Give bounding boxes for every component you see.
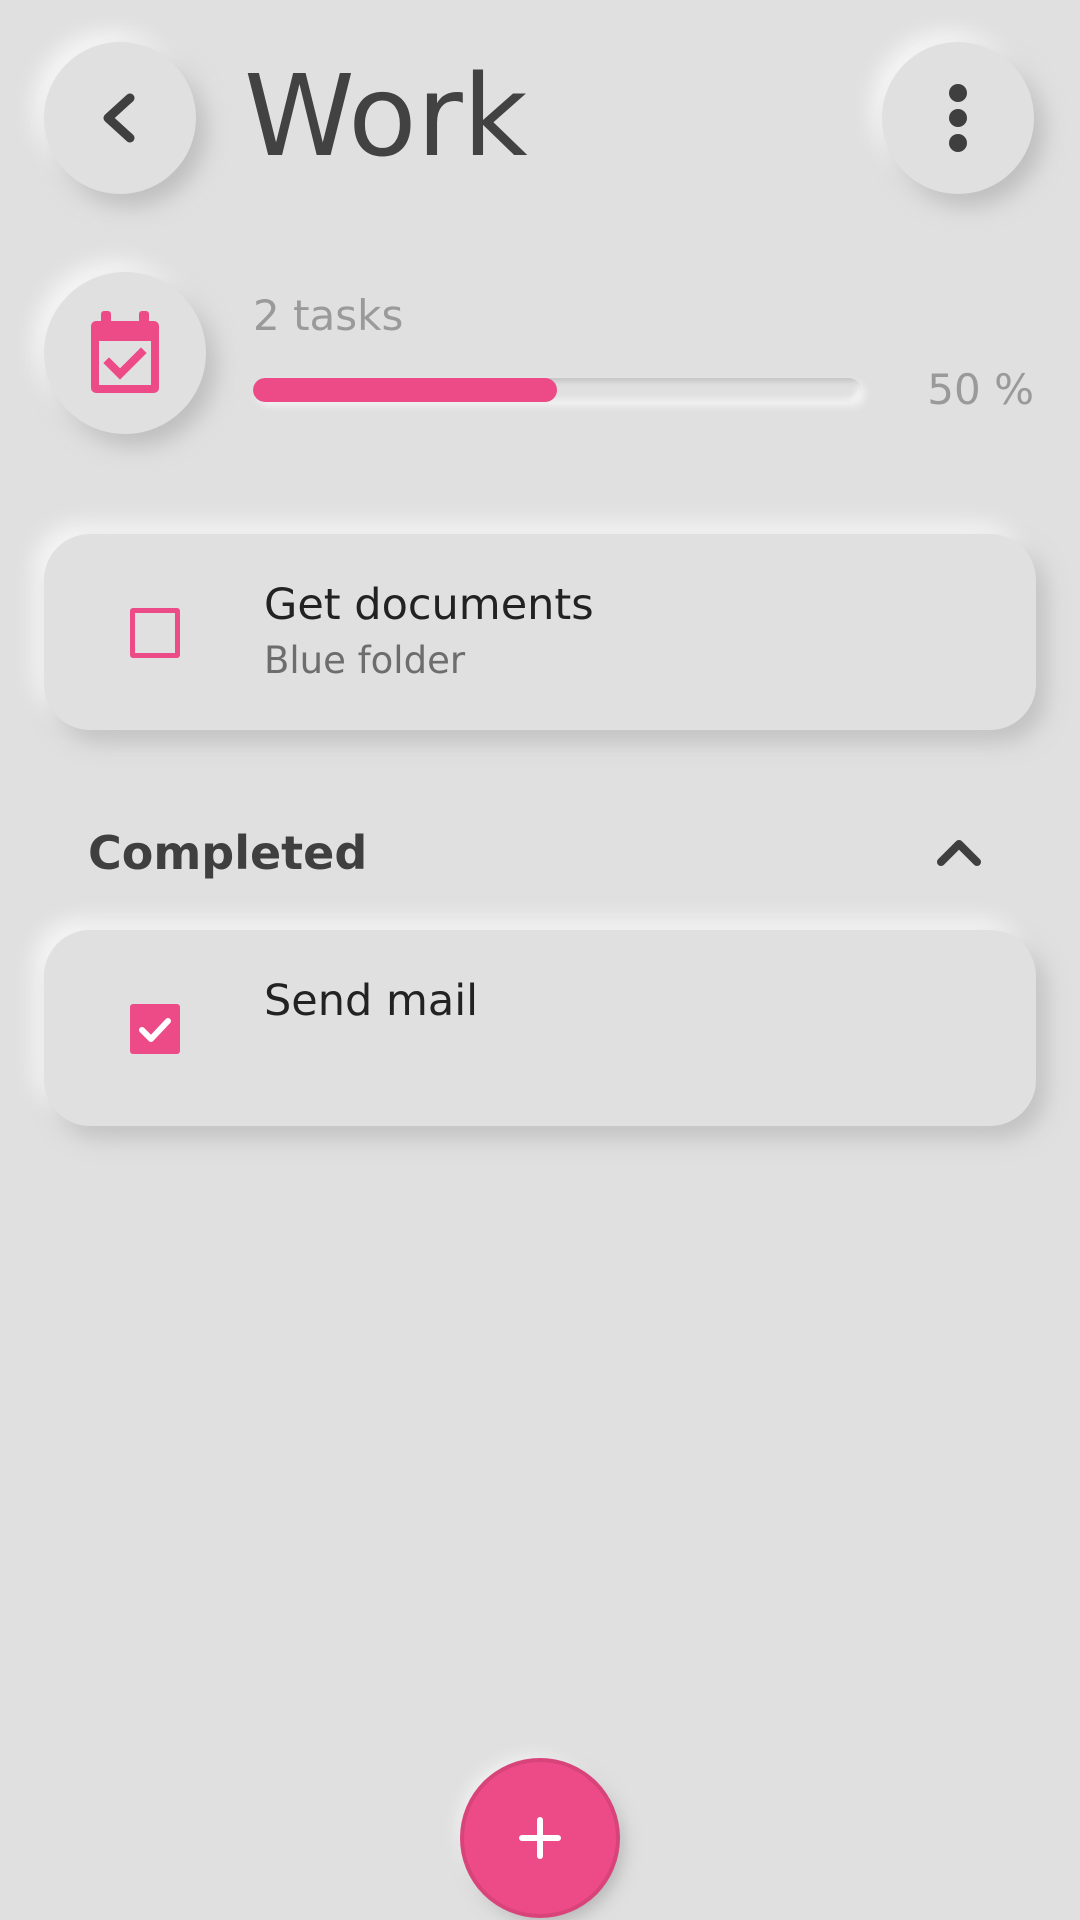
completed-section-title: Completed (88, 826, 368, 880)
progress-percent-label: 50 % (927, 365, 1034, 414)
task-checkbox-unchecked[interactable] (130, 608, 180, 658)
progress-bar-fill (253, 378, 557, 402)
task-subtitle: Blue folder (264, 639, 466, 682)
calendar-check-icon (91, 311, 159, 393)
chevron-up-icon (937, 840, 981, 866)
more-vert-icon (949, 84, 967, 152)
more-options-button[interactable] (882, 42, 1034, 194)
task-title: Get documents (264, 580, 594, 630)
collapse-completed-button[interactable] (930, 828, 988, 876)
progress-bar (253, 378, 861, 402)
plus-icon (519, 1817, 561, 1859)
task-count-label: 2 tasks (253, 291, 404, 340)
back-button[interactable] (44, 42, 196, 194)
page-title: Work (244, 52, 528, 182)
task-item[interactable]: Get documents Blue folder (44, 534, 1036, 730)
task-list-screen: Work 2 tasks 50 % Get documents Blue fol… (0, 0, 1080, 1920)
add-task-button[interactable] (464, 1762, 616, 1914)
completed-task-item[interactable]: Send mail (44, 930, 1036, 1126)
category-icon-badge (44, 272, 206, 434)
check-icon (139, 1018, 171, 1042)
chevron-left-icon (103, 93, 135, 143)
task-checkbox-checked[interactable] (130, 1004, 180, 1054)
task-title: Send mail (264, 976, 479, 1026)
